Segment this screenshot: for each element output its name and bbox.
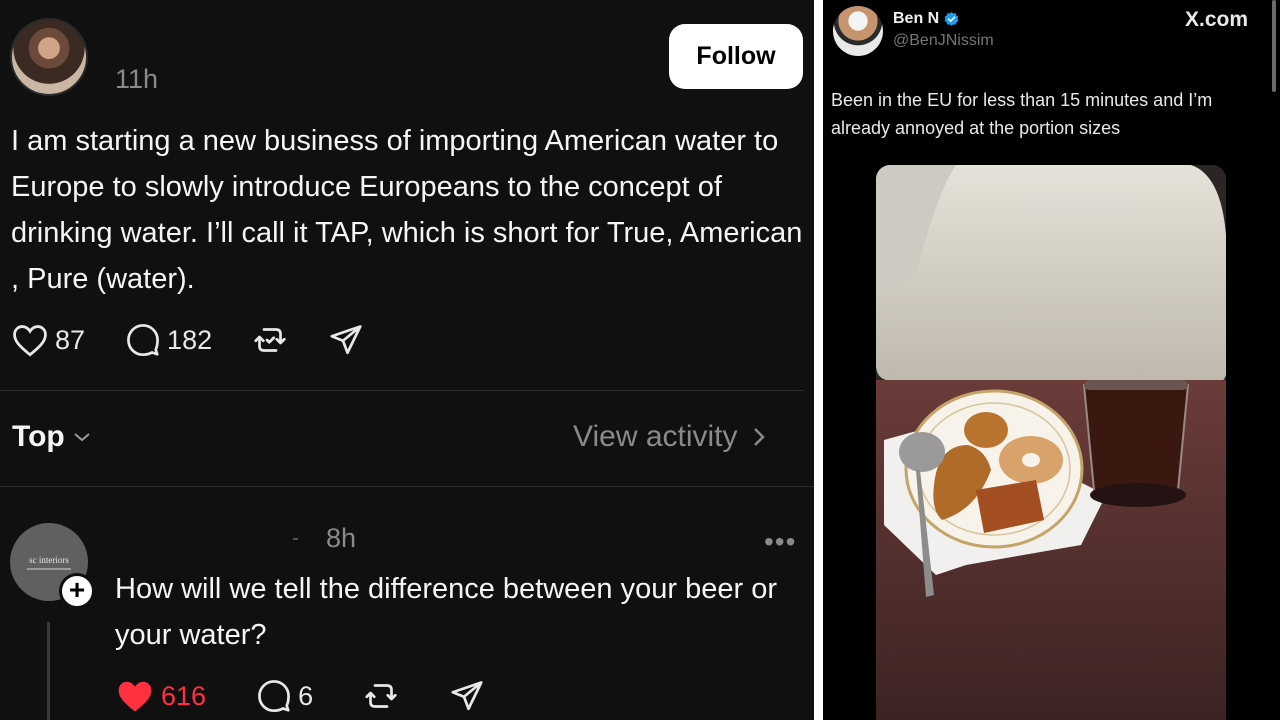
repost-button[interactable] (252, 322, 288, 358)
divider (0, 390, 804, 391)
more-options-icon[interactable]: ••• (764, 526, 796, 558)
sort-label: Top (12, 420, 65, 453)
tweet-author-name: Ben N (893, 10, 940, 27)
comment-count: 182 (167, 324, 213, 355)
heart-icon (13, 325, 47, 357)
reply-comment-count: 6 (298, 680, 314, 711)
scrollbar[interactable] (1272, 0, 1276, 92)
reply-timestamp: 8h (326, 523, 357, 553)
verified-badge-icon (944, 11, 959, 26)
reply-repost-button[interactable] (363, 678, 399, 714)
tweet-author-name-row[interactable]: Ben N (893, 10, 960, 28)
tweet-text: Been in the EU for less than 15 minutes … (831, 90, 1213, 138)
comment-icon (127, 324, 159, 357)
avatar-logo-underline (27, 567, 71, 570)
tweet-author-avatar[interactable] (833, 6, 883, 56)
chevron-down-icon (74, 433, 90, 442)
x-post-panel: Ben N @BenJNissim X.com Been in the EU f… (823, 0, 1280, 720)
send-icon (451, 681, 483, 711)
post-actions: 87 182 (11, 322, 404, 358)
tweet-author-handle: @BenJNissim (893, 32, 994, 49)
heart-filled-icon (118, 681, 152, 712)
reply-actions: 616 6 (115, 678, 535, 714)
like-count: 87 (55, 324, 86, 355)
threads-post-panel: 11h Follow I am starting a new business … (0, 0, 814, 720)
repost-icon (254, 328, 286, 352)
follow-plus-icon[interactable]: + (59, 573, 95, 609)
reply-text: How will we tell the difference between … (115, 573, 777, 651)
comment-icon (258, 680, 290, 713)
repost-icon (365, 684, 397, 708)
thread-line (47, 622, 50, 720)
post-timestamp: 11h (115, 64, 159, 94)
reply-share-button[interactable] (449, 678, 485, 714)
chevron-right-icon (753, 428, 765, 446)
username-placeholder (293, 538, 298, 540)
reply-like-count: 616 (161, 680, 207, 711)
divider (0, 486, 814, 487)
view-activity-label: View activity (573, 420, 738, 453)
view-activity-link[interactable]: View activity (573, 420, 766, 454)
follow-button[interactable]: Follow (669, 24, 803, 89)
x-logo: X.com (1185, 8, 1248, 32)
reply-like-button[interactable]: 616 (115, 678, 206, 714)
share-button[interactable] (328, 322, 364, 358)
x-brand-label: X.com (1185, 8, 1249, 31)
pastry-plate-photo (876, 165, 1226, 720)
sort-dropdown[interactable]: Top (12, 420, 91, 454)
comment-button[interactable]: 182 (125, 322, 212, 358)
post-text: I am starting a new business of importin… (11, 125, 803, 295)
tweet-photo[interactable] (876, 165, 1226, 720)
avatar-logo-text: sc interiors (29, 554, 69, 565)
author-avatar[interactable] (10, 18, 88, 96)
send-icon (330, 325, 362, 355)
like-button[interactable]: 87 (11, 323, 85, 357)
reply-comment-button[interactable]: 6 (256, 678, 313, 714)
